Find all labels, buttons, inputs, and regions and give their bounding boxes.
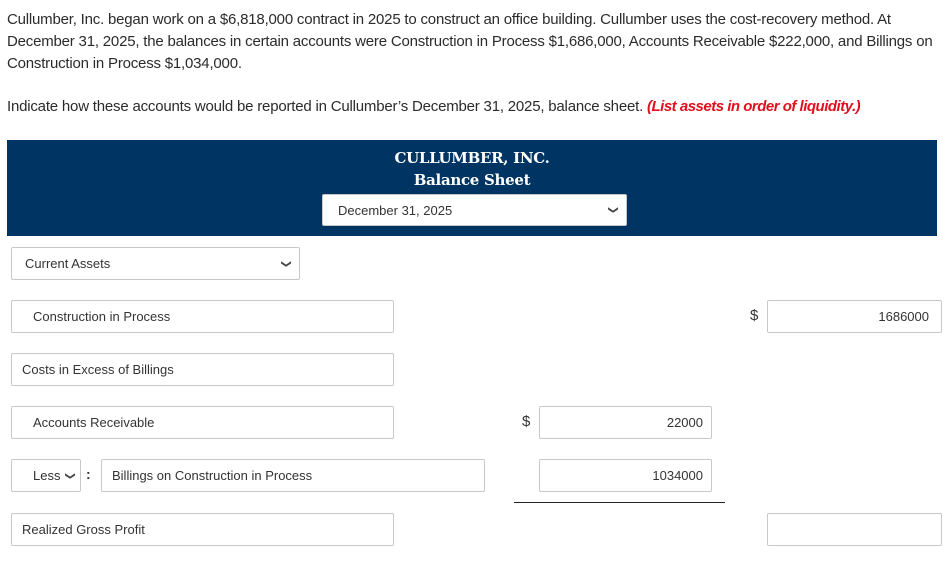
account-field-realized-gross-profit[interactable]: Realized Gross Profit <box>11 513 394 546</box>
amount-field-accounts-receivable[interactable]: 22000 <box>539 406 712 439</box>
chevron-down-icon: ❯ <box>280 259 292 268</box>
amount-field-billings[interactable]: 1034000 <box>539 459 712 492</box>
account-label: Accounts Receivable <box>33 415 155 430</box>
instruction-note: (List assets in order of liquidity.) <box>647 98 861 115</box>
company-name: CULLUMBER, INC. <box>394 149 550 167</box>
date-select-value: December 31, 2025 <box>338 202 453 218</box>
question-paragraph: Cullumber, Inc. began work on a $6,818,0… <box>7 11 933 72</box>
instruction-text: Indicate how these accounts would be rep… <box>7 98 644 115</box>
account-field-construction-in-process[interactable]: Construction in Process <box>11 300 394 333</box>
account-label: Construction in Process <box>33 309 171 324</box>
balance-sheet-header: CULLUMBER, INC. Balance Sheet December 3… <box>7 140 937 236</box>
amount-value: 1034000 <box>652 468 703 483</box>
modifier-select[interactable]: Less ❯ <box>11 459 81 492</box>
account-label: Billings on Construction in Process <box>112 468 313 483</box>
amount-field-realized-gross-profit[interactable] <box>767 513 942 546</box>
account-label: Realized Gross Profit <box>22 522 145 537</box>
chevron-down-icon: ❯ <box>607 205 619 215</box>
amount-value: 22000 <box>666 415 703 430</box>
account-field-costs-in-excess[interactable]: Costs in Excess of Billings <box>11 353 394 386</box>
section-select-value: Current Assets <box>25 256 111 271</box>
account-label: Costs in Excess of Billings <box>22 362 174 377</box>
currency-symbol: $ <box>750 307 759 324</box>
instruction: Indicate how these accounts would be rep… <box>7 96 861 118</box>
amount-value: 1686000 <box>878 309 929 324</box>
question-text: Cullumber, Inc. began work on a $6,818,0… <box>7 9 937 75</box>
section-select[interactable]: Current Assets ❯ <box>11 247 300 280</box>
account-field-accounts-receivable[interactable]: Accounts Receivable <box>11 406 394 439</box>
separator-colon: : <box>86 466 91 482</box>
currency-symbol: $ <box>522 413 531 430</box>
date-select[interactable]: December 31, 2025 ❯ <box>322 194 627 226</box>
account-field-billings[interactable]: Billings on Construction in Process <box>101 459 485 492</box>
amount-field-construction-in-process[interactable]: 1686000 <box>767 300 942 333</box>
chevron-down-icon: ❯ <box>64 471 76 480</box>
statement-title: Balance Sheet <box>413 171 531 189</box>
subtotal-rule <box>514 502 725 503</box>
modifier-select-value: Less <box>33 468 61 483</box>
